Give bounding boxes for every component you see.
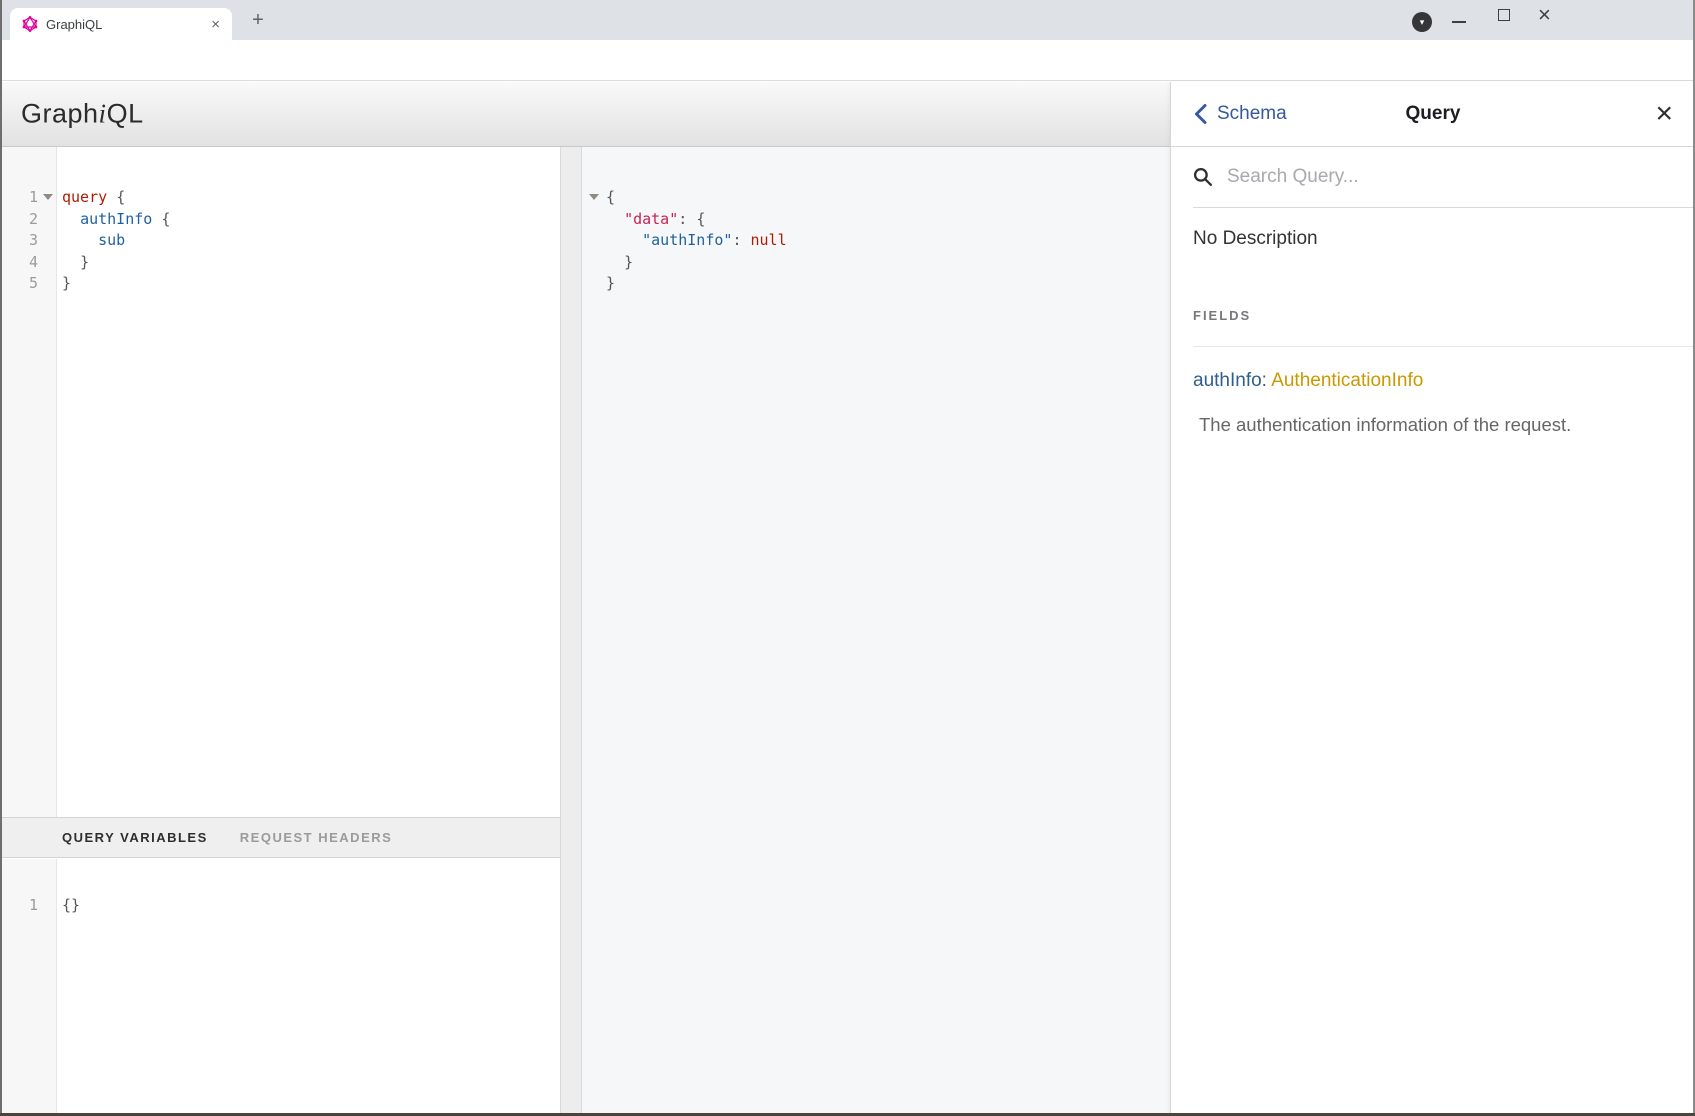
browser-tab[interactable]: GraphiQL × xyxy=(10,8,232,40)
field-entry: authInfo: AuthenticationInfo xyxy=(1193,370,1423,392)
doc-explorer-header: Schema Query × xyxy=(1171,82,1695,147)
fold-arrow-icon[interactable] xyxy=(43,194,53,200)
doc-explorer-panel: Schema Query × Search Query... No Descri… xyxy=(1170,82,1695,1116)
maximize-icon[interactable] xyxy=(1498,9,1510,21)
search-placeholder: Search Query... xyxy=(1227,166,1359,188)
graphql-logo-icon xyxy=(22,16,38,32)
result-viewer[interactable]: { "data": { "authInfo": null }} xyxy=(582,147,1170,1116)
fold-arrow-icon[interactable] xyxy=(589,194,599,200)
line-number: 1 xyxy=(0,894,38,916)
code-line[interactable]: authInfo { xyxy=(62,208,170,230)
doc-back-label: Schema xyxy=(1217,103,1287,125)
window-border-left xyxy=(0,0,2,1116)
query-variables-editor[interactable]: 1 {} xyxy=(0,859,560,1113)
fields-divider xyxy=(1193,346,1695,347)
field-type-link[interactable]: AuthenticationInfo xyxy=(1271,370,1423,391)
code-line[interactable]: "data": { xyxy=(606,208,705,230)
type-description: No Description xyxy=(1193,228,1318,250)
back-chevron-icon xyxy=(1193,103,1208,125)
minimize-icon[interactable] xyxy=(1452,21,1466,23)
code-line[interactable]: } xyxy=(62,272,71,294)
line-number: 4 xyxy=(0,251,38,273)
tab-request-headers[interactable]: REQUEST HEADERS xyxy=(240,830,393,845)
field-description: The authentication information of the re… xyxy=(1199,414,1571,436)
code-line[interactable]: { xyxy=(606,186,615,208)
doc-explorer-back-link[interactable]: Schema xyxy=(1193,103,1287,125)
field-name-link[interactable]: authInfo xyxy=(1193,370,1262,391)
code-line[interactable]: query { xyxy=(62,186,125,208)
window-close-icon[interactable]: × xyxy=(1538,2,1551,28)
code-line[interactable]: {} xyxy=(62,894,80,916)
tab-query-variables[interactable]: QUERY VARIABLES xyxy=(62,830,208,845)
line-number: 3 xyxy=(0,229,38,251)
code-line[interactable]: "authInfo": null xyxy=(606,229,787,251)
code-line[interactable]: } xyxy=(62,251,89,273)
browser-toolbar: ← → ↻ i localhost:3000/graphql ☆ P ✛ xyxy=(0,40,1695,81)
line-number: 5 xyxy=(0,272,38,294)
tab-strip: GraphiQL × + ▾ × xyxy=(0,0,1695,40)
doc-search-field[interactable]: Search Query... xyxy=(1193,147,1695,208)
line-number: 2 xyxy=(0,208,38,230)
query-editor[interactable]: 1 query { 2 authInfo { 3 sub 4 } 5} xyxy=(0,147,560,817)
new-tab-button[interactable]: + xyxy=(246,9,270,33)
code-line[interactable]: } xyxy=(606,251,633,273)
browser-window: GraphiQL × + ▾ × ← → ↻ i localhost:3000/… xyxy=(0,0,1695,1116)
fields-heading: FIELDS xyxy=(1193,308,1251,323)
line-number: 1 xyxy=(0,186,38,208)
pane-resize-handle[interactable] xyxy=(560,147,582,1116)
variables-tab-bar: QUERY VARIABLES REQUEST HEADERS xyxy=(0,817,560,858)
graphiql-toolbar: GraphiQL PrettifyMergeCopyHistoryShare xyxy=(0,82,1170,147)
doc-close-icon[interactable]: × xyxy=(1655,104,1673,124)
search-icon xyxy=(1193,167,1214,188)
graphiql-logo: GraphiQL xyxy=(21,99,144,130)
tab-title: GraphiQL xyxy=(46,17,207,32)
code-line[interactable]: } xyxy=(606,272,615,294)
tab-search-icon[interactable]: ▾ xyxy=(1412,12,1432,32)
code-line[interactable]: sub xyxy=(62,229,125,251)
tab-close-icon[interactable]: × xyxy=(207,16,224,33)
